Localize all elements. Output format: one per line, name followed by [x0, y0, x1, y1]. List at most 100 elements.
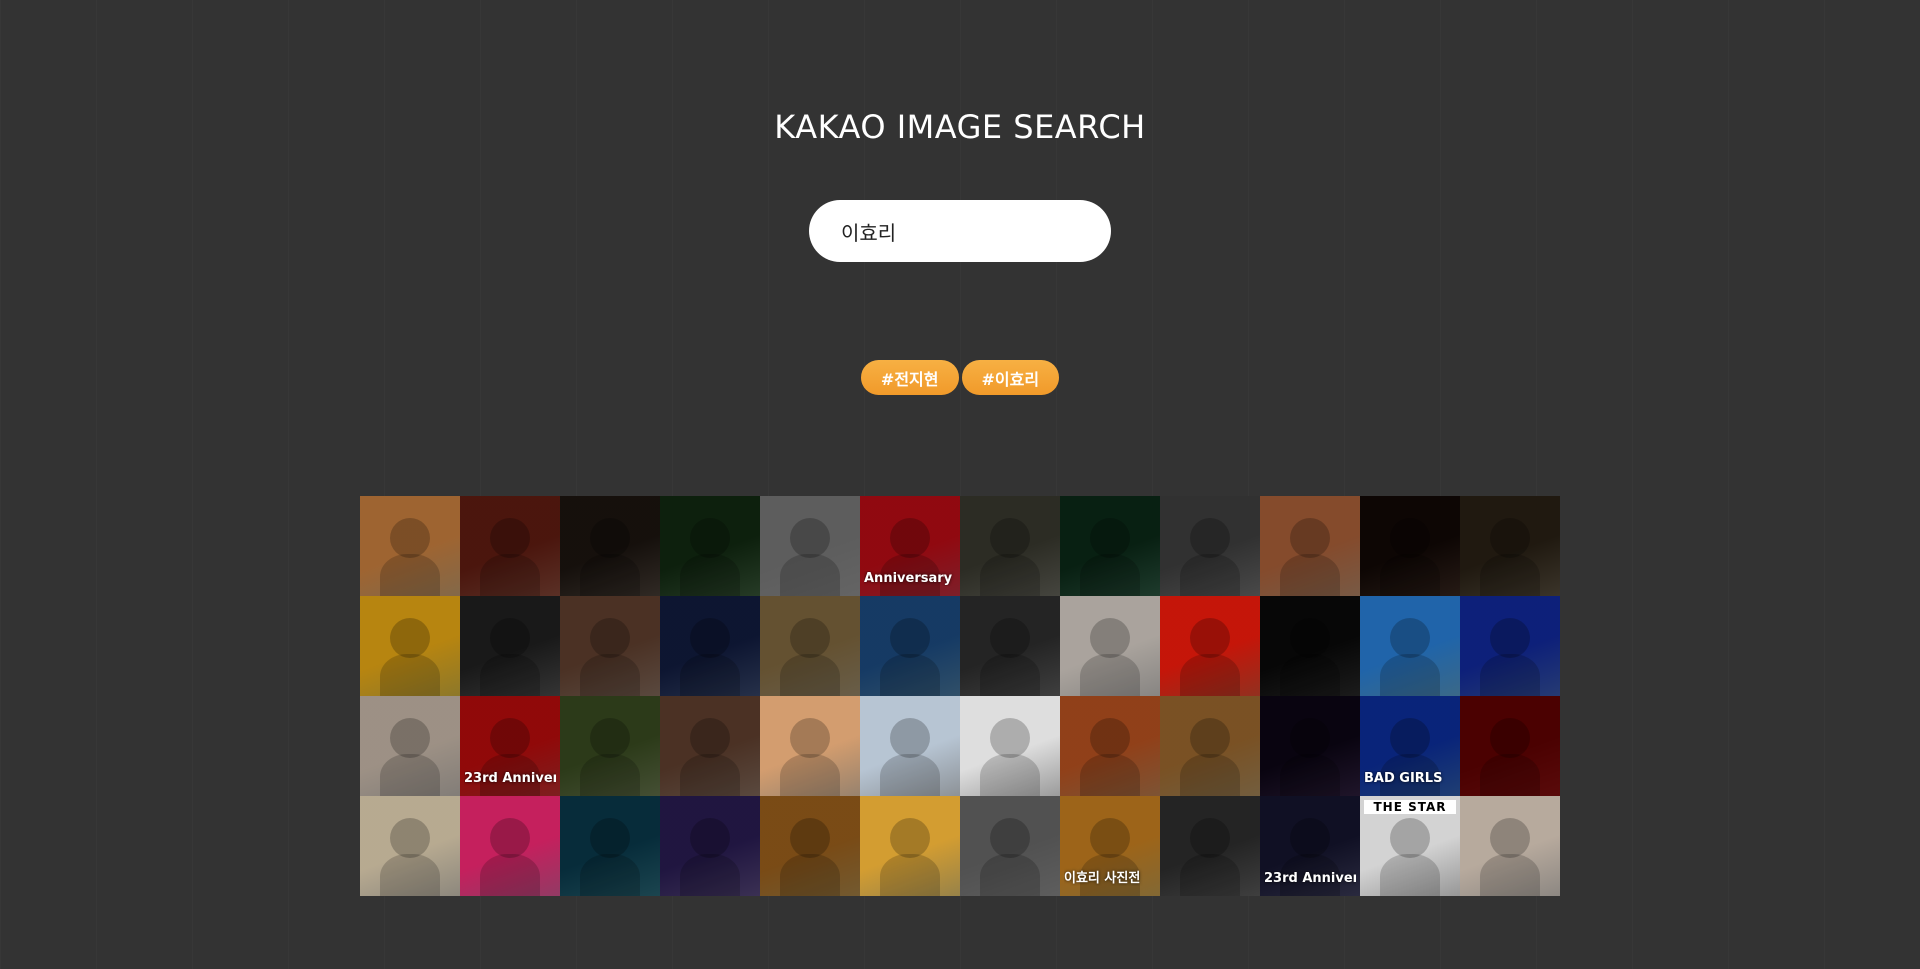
image-thumbnail[interactable] — [1160, 796, 1260, 896]
thumbnail-figure — [590, 618, 630, 658]
thumbnail-figure — [980, 654, 1040, 696]
thumbnail-figure — [890, 818, 930, 858]
thumbnail-figure — [1080, 754, 1140, 796]
image-thumbnail[interactable] — [760, 596, 860, 696]
image-thumbnail[interactable] — [1260, 596, 1360, 696]
thumbnail-figure — [1090, 818, 1130, 858]
thumbnail-caption: 23rd Anniver — [464, 771, 556, 786]
thumbnail-figure — [390, 818, 430, 858]
thumbnail-figure — [1190, 618, 1230, 658]
image-thumbnail[interactable] — [860, 596, 960, 696]
thumbnail-figure — [790, 518, 830, 558]
thumbnail-figure — [490, 618, 530, 658]
thumbnail-figure — [1280, 654, 1340, 696]
thumbnail-figure — [880, 854, 940, 896]
thumbnail-figure — [1290, 818, 1330, 858]
thumbnail-figure — [590, 818, 630, 858]
image-thumbnail[interactable] — [460, 796, 560, 896]
image-thumbnail[interactable] — [1160, 596, 1260, 696]
image-thumbnail[interactable] — [1260, 496, 1360, 596]
image-thumbnail[interactable] — [1060, 496, 1160, 596]
image-thumbnail[interactable] — [1360, 496, 1460, 596]
thumbnail-figure — [1480, 554, 1540, 596]
image-thumbnail[interactable] — [1460, 496, 1560, 596]
thumbnail-figure — [690, 718, 730, 758]
image-thumbnail[interactable] — [860, 696, 960, 796]
search-box[interactable] — [809, 200, 1111, 262]
image-thumbnail[interactable]: BAD GIRLS — [1360, 696, 1460, 796]
image-thumbnail[interactable] — [760, 496, 860, 596]
thumbnail-figure — [1390, 518, 1430, 558]
image-thumbnail[interactable] — [960, 796, 1060, 896]
image-thumbnail[interactable] — [960, 496, 1060, 596]
thumbnail-figure — [1490, 818, 1530, 858]
image-thumbnail[interactable] — [460, 496, 560, 596]
image-thumbnail[interactable] — [760, 696, 860, 796]
thumbnail-figure — [1280, 554, 1340, 596]
thumbnail-figure — [990, 718, 1030, 758]
image-thumbnail[interactable] — [1160, 496, 1260, 596]
tag-leehyori[interactable]: #이효리 — [961, 360, 1060, 395]
image-thumbnail[interactable] — [360, 596, 460, 696]
thumbnail-figure — [690, 618, 730, 658]
image-thumbnail[interactable]: 23rd Anniver — [460, 696, 560, 796]
thumbnail-figure — [1090, 718, 1130, 758]
thumbnail-figure — [390, 518, 430, 558]
thumbnail-caption: BAD GIRLS — [1364, 771, 1443, 786]
thumbnail-figure — [1090, 518, 1130, 558]
thumbnail-figure — [1480, 654, 1540, 696]
thumbnail-caption: 이효리 사진전 — [1064, 871, 1141, 886]
thumbnail-figure — [680, 554, 740, 596]
image-thumbnail[interactable] — [1460, 796, 1560, 896]
image-thumbnail[interactable] — [360, 496, 460, 596]
image-thumbnail[interactable] — [1260, 696, 1360, 796]
thumbnail-caption: Anniversary — [864, 571, 953, 586]
search-input[interactable] — [839, 218, 1081, 244]
image-thumbnail[interactable] — [860, 796, 960, 896]
thumbnail-figure — [880, 654, 940, 696]
image-thumbnail[interactable]: 이효리 사진전 — [1060, 796, 1160, 896]
image-thumbnail[interactable] — [960, 596, 1060, 696]
thumbnail-figure — [690, 818, 730, 858]
thumbnail-figure — [490, 518, 530, 558]
image-thumbnail[interactable] — [560, 696, 660, 796]
thumbnail-figure — [980, 554, 1040, 596]
image-thumbnail[interactable] — [960, 696, 1060, 796]
thumbnail-figure — [990, 518, 1030, 558]
thumbnail-figure — [890, 718, 930, 758]
image-thumbnail[interactable]: 23rd Anniversar — [1260, 796, 1360, 896]
thumbnail-figure — [1480, 854, 1540, 896]
image-thumbnail[interactable] — [360, 696, 460, 796]
image-thumbnail[interactable] — [460, 596, 560, 696]
image-thumbnail[interactable] — [1460, 696, 1560, 796]
thumbnail-figure — [990, 618, 1030, 658]
thumbnail-figure — [1480, 754, 1540, 796]
image-thumbnail[interactable] — [1160, 696, 1260, 796]
image-thumbnail[interactable] — [660, 696, 760, 796]
thumbnail-figure — [580, 654, 640, 696]
image-thumbnail[interactable] — [360, 796, 460, 896]
image-thumbnail[interactable] — [1060, 696, 1160, 796]
thumbnail-figure — [390, 718, 430, 758]
page-title: KAKAO IMAGE SEARCH — [774, 108, 1146, 146]
image-thumbnail[interactable] — [1460, 596, 1560, 696]
thumbnail-figure — [690, 518, 730, 558]
image-thumbnail[interactable]: Anniversary — [860, 496, 960, 596]
image-thumbnail[interactable]: THE STAR — [1360, 796, 1460, 896]
tag-jeonjihyun[interactable]: #전지현 — [860, 360, 959, 395]
thumbnail-figure — [980, 754, 1040, 796]
thumbnail-figure — [580, 754, 640, 796]
image-thumbnail[interactable] — [560, 596, 660, 696]
image-thumbnail[interactable] — [660, 496, 760, 596]
image-thumbnail[interactable] — [1060, 596, 1160, 696]
thumbnail-figure — [1190, 818, 1230, 858]
thumbnail-figure — [790, 718, 830, 758]
thumbnail-figure — [1080, 654, 1140, 696]
image-thumbnail[interactable] — [760, 796, 860, 896]
image-thumbnail[interactable] — [1360, 596, 1460, 696]
image-thumbnail[interactable] — [560, 496, 660, 596]
thumbnail-figure — [780, 654, 840, 696]
image-thumbnail[interactable] — [560, 796, 660, 896]
image-thumbnail[interactable] — [660, 796, 760, 896]
image-thumbnail[interactable] — [660, 596, 760, 696]
